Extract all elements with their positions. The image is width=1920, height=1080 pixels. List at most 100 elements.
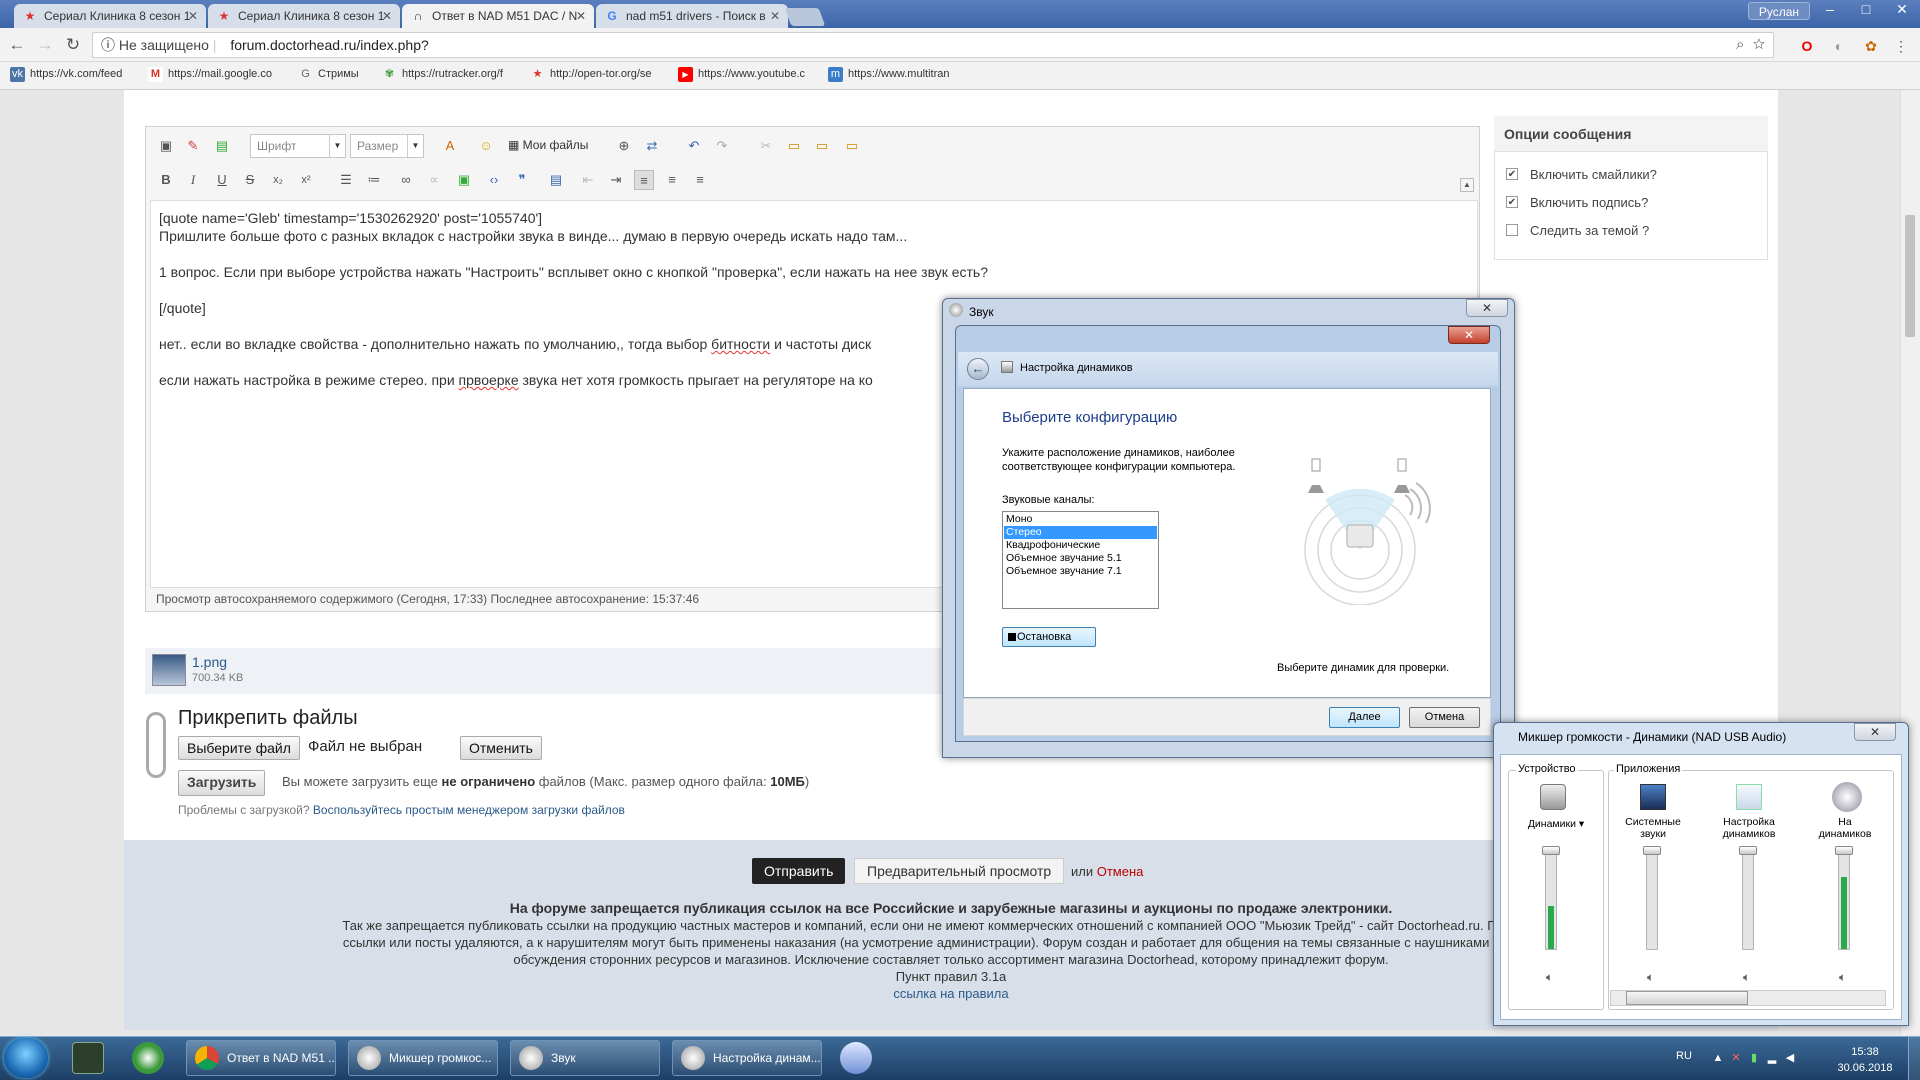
undo-icon[interactable]: ↶	[684, 136, 704, 156]
text-color-icon[interactable]: A	[440, 136, 460, 156]
superscript-icon[interactable]: x²	[296, 170, 316, 190]
image-icon[interactable]: ▣	[454, 170, 474, 190]
volume-slider-thumb[interactable]	[1835, 846, 1853, 855]
choose-file-button[interactable]: Выберите файл	[178, 736, 300, 760]
start-button[interactable]	[4, 1038, 48, 1078]
bookmark-item[interactable]: G Стримы	[298, 68, 359, 80]
volume-slider-thumb[interactable]	[1739, 846, 1757, 855]
channel-option[interactable]: Квадрофонические	[1004, 539, 1157, 552]
simple-uploader-link[interactable]: Воспользуйтесь простым менеджером загруз…	[313, 803, 625, 817]
checkbox[interactable]: ✔	[1506, 168, 1518, 180]
outdent-icon[interactable]: ⇤	[578, 170, 598, 190]
source-icon[interactable]: ▣	[156, 136, 176, 156]
bookmark-item[interactable]: ✾ https://rutracker.org/f	[382, 68, 503, 80]
option-enable-signature[interactable]: ✔ Включить подпись?	[1506, 195, 1648, 210]
browser-tab-active[interactable]: ∩ Ответ в NAD M51 DAC / N ✕	[402, 4, 594, 28]
quote-icon[interactable]: ❞	[512, 170, 532, 190]
opera-icon[interactable]: O	[1798, 37, 1816, 55]
underline-icon[interactable]: U	[212, 170, 232, 190]
speaker-icon[interactable]	[1540, 784, 1566, 810]
bookmark-item[interactable]: ▶ https://www.youtube.c	[678, 67, 805, 82]
my-files-button[interactable]: ▦ Мои файлы	[508, 138, 588, 152]
media-icon[interactable]: ▤	[546, 170, 566, 190]
volume-track[interactable]	[1742, 850, 1754, 950]
forward-icon[interactable]: →	[34, 34, 56, 56]
show-desktop-button[interactable]	[1908, 1036, 1920, 1080]
tray-arrow-icon[interactable]: ▲	[1712, 1052, 1724, 1064]
extension-icon[interactable]: ◐	[1830, 37, 1848, 55]
document-icon[interactable]	[1736, 784, 1762, 810]
close-icon[interactable]: ✕	[1466, 299, 1508, 317]
utorrent-icon[interactable]	[132, 1042, 164, 1074]
cut-icon[interactable]: ✂	[756, 136, 776, 156]
paint-icon[interactable]	[840, 1042, 872, 1074]
speaker-layout-diagram[interactable]	[1290, 455, 1440, 605]
scrollbar-thumb[interactable]	[1905, 215, 1915, 337]
system-clock[interactable]: 15:38 30.06.2018	[1830, 1044, 1900, 1076]
channel-option[interactable]: Моно	[1004, 513, 1157, 526]
scrollbar-thumb[interactable]	[1626, 991, 1748, 1005]
mixer-channel-label[interactable]: Динамики ▾	[1518, 818, 1594, 830]
upload-button[interactable]: Загрузить	[178, 770, 266, 796]
file-thumbnail[interactable]	[152, 654, 186, 686]
align-right-icon[interactable]: ≡	[690, 170, 710, 190]
back-icon[interactable]: ←	[6, 34, 28, 56]
bullet-list-icon[interactable]: ☰	[336, 170, 356, 190]
taskbar-item[interactable]: Ответ в NAD M51 ...	[186, 1040, 336, 1076]
indent-icon[interactable]: ⇥	[606, 170, 626, 190]
channel-option-selected[interactable]: Стерео	[1004, 526, 1157, 539]
volume-track[interactable]	[1545, 850, 1557, 950]
link-icon[interactable]: ∞	[396, 170, 416, 190]
submit-button[interactable]: Отправить	[752, 858, 846, 884]
attached-filename[interactable]: 1.png	[192, 654, 227, 670]
stop-button[interactable]: Остановка	[1002, 627, 1096, 647]
volume-slider-thumb[interactable]	[1542, 846, 1560, 855]
bookmark-item[interactable]: m https://www.multitran	[828, 67, 949, 82]
cancel-button[interactable]: Отмена	[1409, 707, 1480, 728]
taskbar-item[interactable]: Звук	[510, 1040, 660, 1076]
checkbox[interactable]	[1506, 224, 1518, 236]
speaker-icon[interactable]	[1832, 782, 1862, 812]
replace-icon[interactable]: ⇄	[642, 136, 662, 156]
size-select[interactable]: Размер ▼	[350, 134, 424, 158]
close-icon[interactable]: ✕	[188, 4, 198, 28]
mute-speaker-icon[interactable]: 🔈︎	[1546, 970, 1553, 985]
checkbox[interactable]: ✔	[1506, 196, 1518, 208]
numbered-list-icon[interactable]: ≔	[364, 170, 384, 190]
smiley-icon[interactable]: ☺	[476, 136, 496, 156]
mute-speaker-icon[interactable]: 🔈︎	[1647, 970, 1654, 985]
bookmark-item[interactable]: ★ http://open-tor.org/se	[530, 68, 652, 80]
close-icon[interactable]: ✕	[770, 4, 780, 28]
paste-icon[interactable]: ▭	[812, 136, 832, 156]
italic-icon[interactable]: I	[183, 170, 203, 190]
system-sounds-icon[interactable]	[1640, 784, 1666, 810]
taskbar-item[interactable]: Настройка динам...	[672, 1040, 822, 1076]
collapse-toolbar-icon[interactable]: ▲	[1460, 178, 1474, 192]
table-icon[interactable]: ▤	[212, 136, 232, 156]
close-icon[interactable]: ✕	[1854, 723, 1896, 741]
volume-track[interactable]	[1646, 850, 1658, 950]
subscript-icon[interactable]: x₂	[268, 170, 288, 190]
bold-icon[interactable]: B	[156, 170, 176, 190]
language-indicator[interactable]: RU	[1676, 1050, 1692, 1062]
cancel-link[interactable]: Отмена	[1097, 864, 1144, 879]
browser-tab[interactable]: ★ Сериал Клиника 8 сезон 1 ✕	[14, 4, 206, 28]
paste-word-icon[interactable]: ▭	[842, 136, 862, 156]
mute-speaker-icon[interactable]: 🔈︎	[1839, 970, 1846, 985]
eraser-icon[interactable]: ✎	[183, 136, 203, 156]
task-manager-icon[interactable]	[72, 1042, 104, 1074]
binoculars-icon[interactable]: ⊕	[614, 136, 634, 156]
browser-tab[interactable]: Gnad m51 drivers - Поиск в ✕	[596, 4, 788, 28]
profile-button[interactable]: Руслан	[1747, 2, 1810, 20]
bookmark-item[interactable]: vk https://vk.com/feed	[10, 67, 122, 82]
option-enable-smilies[interactable]: ✔ Включить смайлики?	[1506, 167, 1657, 182]
address-bar[interactable]: ⓘ Не защищено | forum.doctorhead.ru/inde…	[92, 32, 1774, 58]
close-icon[interactable]: ✕	[382, 4, 392, 28]
next-button[interactable]: Далее	[1329, 707, 1400, 728]
close-icon[interactable]: ✕	[576, 4, 586, 28]
volume-track[interactable]	[1838, 850, 1850, 950]
reload-icon[interactable]: ↻	[62, 34, 84, 56]
mute-speaker-icon[interactable]: 🔈︎	[1743, 970, 1750, 985]
browser-tab[interactable]: ★ Сериал Клиника 8 сезон 1 ✕	[208, 4, 400, 28]
preview-button[interactable]: Предварительный просмотр	[854, 858, 1065, 884]
